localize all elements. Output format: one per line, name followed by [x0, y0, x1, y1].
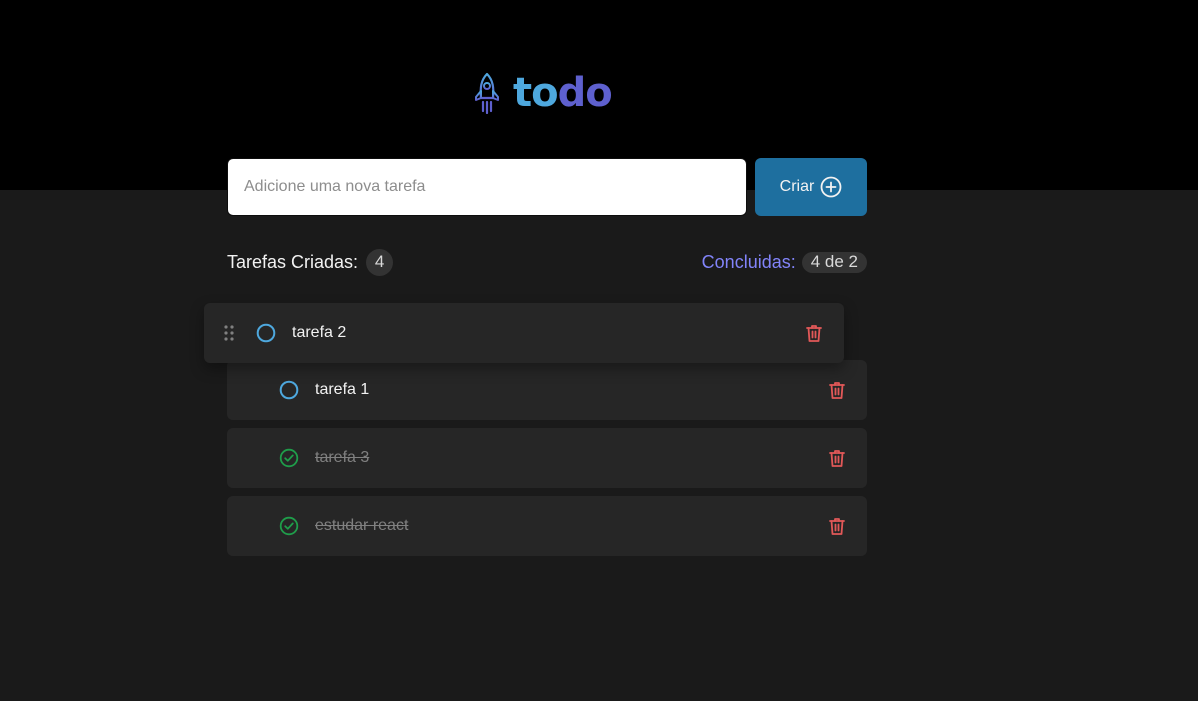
task-text: estudar react: [315, 517, 409, 534]
check-circle-icon[interactable]: [279, 448, 299, 468]
task-text: tarefa 2: [292, 324, 347, 341]
task-item[interactable]: estudar react: [227, 496, 867, 556]
create-button[interactable]: Criar: [755, 158, 867, 216]
logo-text: todo: [513, 70, 613, 116]
created-count-badge: 4: [366, 248, 394, 276]
trash-icon[interactable]: [827, 380, 847, 400]
new-task-input[interactable]: [227, 158, 747, 216]
unchecked-circle-icon[interactable]: [256, 323, 276, 343]
create-button-label: Criar: [779, 178, 815, 195]
logo-text-part1: to: [513, 70, 559, 116]
task-text: tarefa 1: [315, 381, 370, 398]
new-task-form: Criar: [227, 158, 867, 216]
created-label: Tarefas Criadas:: [227, 251, 359, 272]
done-label: Concluidas:: [701, 251, 796, 272]
stats-bar: Tarefas Criadas: 4 Concluidas: 4 de 2: [227, 248, 867, 276]
logo: todo: [473, 70, 613, 116]
trash-icon[interactable]: [827, 516, 847, 536]
created-stat: Tarefas Criadas: 4: [227, 248, 394, 276]
rocket-icon: [473, 72, 501, 114]
unchecked-circle-icon[interactable]: [279, 380, 299, 400]
logo-text-part2: do: [557, 70, 613, 116]
check-circle-icon[interactable]: [279, 516, 299, 536]
task-text: tarefa 3: [315, 449, 370, 466]
done-count-badge: 4 de 2: [801, 251, 867, 273]
task-item[interactable]: tarefa 3: [227, 428, 867, 488]
task-item[interactable]: tarefa 1: [227, 360, 867, 420]
task-item-dragging[interactable]: tarefa 2: [204, 303, 844, 363]
trash-icon[interactable]: [804, 323, 824, 343]
plus-circle-icon: [820, 176, 842, 198]
trash-icon[interactable]: [827, 448, 847, 468]
drag-handle-icon[interactable]: [223, 324, 235, 342]
done-stat: Concluidas: 4 de 2: [701, 251, 867, 273]
